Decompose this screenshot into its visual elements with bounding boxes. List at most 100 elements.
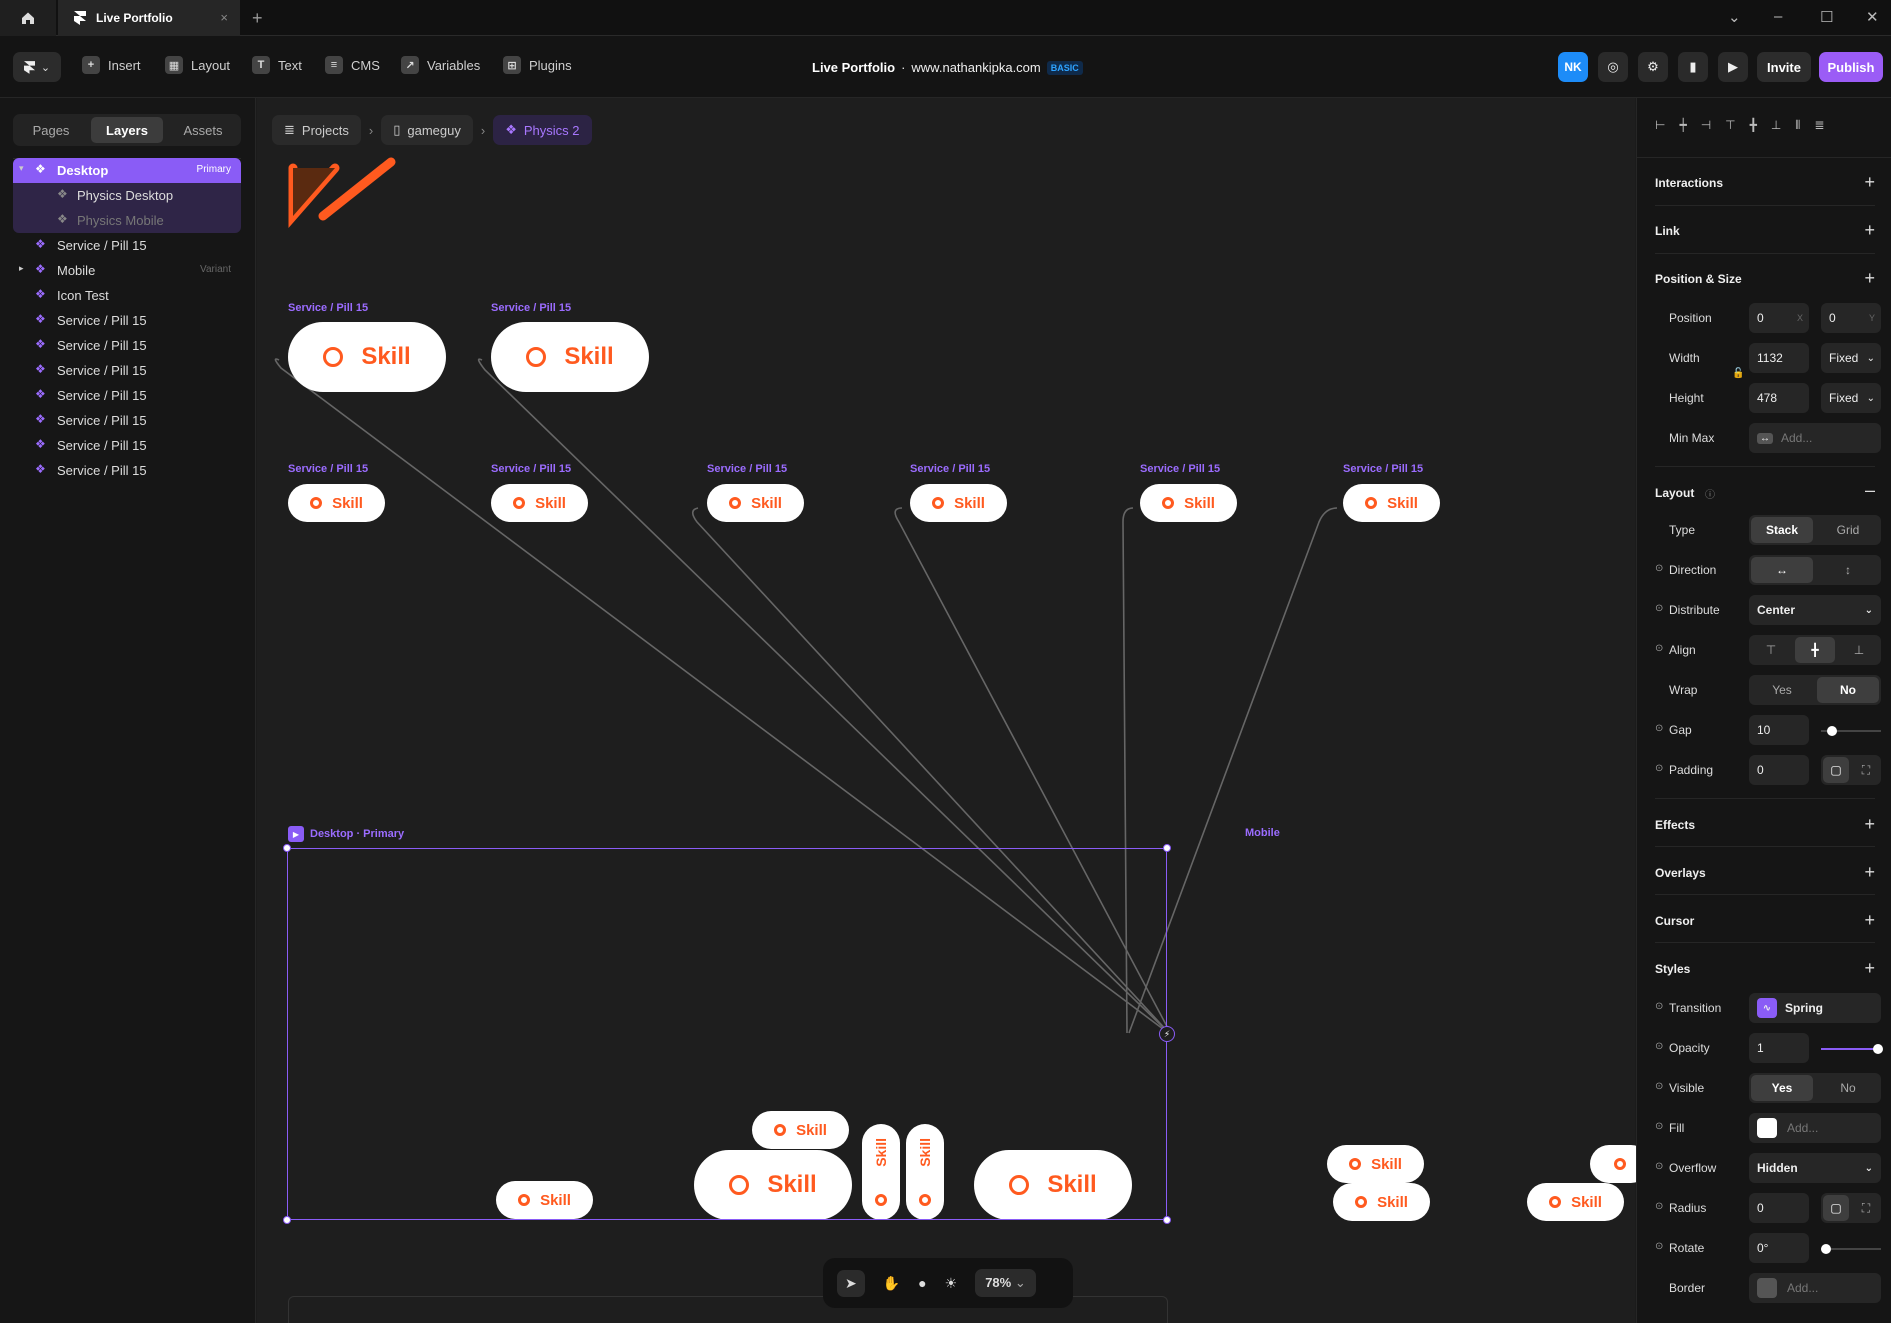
resize-handle[interactable] <box>283 844 291 852</box>
preview-button[interactable]: ▶ <box>1718 52 1748 82</box>
radius-individual-icon[interactable]: ⛶ <box>1853 1195 1879 1221</box>
breadcrumb-projects[interactable]: ≣ Projects <box>272 115 361 145</box>
fill-input[interactable]: Add... <box>1749 1113 1881 1143</box>
align-center-icon[interactable]: ╋ <box>1795 637 1835 663</box>
distribute-select[interactable]: Center ⌄ <box>1749 595 1881 625</box>
tab-layers[interactable]: Layers <box>91 117 163 143</box>
distribute-h-icon[interactable]: ⫴ <box>1795 118 1800 133</box>
collapse-layout-icon[interactable]: – <box>1865 480 1875 501</box>
theme-toggle-icon[interactable]: ☀ <box>945 1275 958 1292</box>
tab-pages[interactable]: Pages <box>16 117 86 143</box>
type-stack-option[interactable]: Stack <box>1751 517 1813 543</box>
cursor-section[interactable]: Cursor <box>1655 914 1694 928</box>
component-label[interactable]: Service / Pill 15 <box>491 302 571 314</box>
zoom-control[interactable]: 78% ⌄ <box>975 1269 1036 1297</box>
new-tab-icon[interactable]: + <box>252 8 263 29</box>
analytics-button[interactable]: ▮ <box>1678 52 1708 82</box>
align-center-h-icon[interactable]: ┿ <box>1679 118 1686 133</box>
layer-item[interactable]: ❖ Service / Pill 15 <box>13 308 241 333</box>
frame-label[interactable]: ▶ Desktop · Primary <box>288 826 404 842</box>
component-label[interactable]: Service / Pill 15 <box>288 463 368 475</box>
layer-item[interactable]: ❖ Physics Mobile <box>13 208 241 233</box>
gap-input[interactable]: 10 <box>1749 715 1809 745</box>
window-close-icon[interactable]: ✕ <box>1866 8 1879 26</box>
link-section[interactable]: Link <box>1655 224 1680 238</box>
cms-button[interactable]: ≡ CMS <box>325 56 380 74</box>
mobile-variant-label[interactable]: Mobile <box>1245 827 1280 839</box>
component-label[interactable]: Service / Pill 15 <box>1343 463 1423 475</box>
hand-tool-icon[interactable]: ✋ <box>883 1275 900 1292</box>
layer-item[interactable]: ❖ Service / Pill 15 <box>13 358 241 383</box>
visible-yes-option[interactable]: Yes <box>1751 1075 1813 1101</box>
skill-pill[interactable]: Skill <box>491 484 588 522</box>
window-minimize-icon[interactable]: – <box>1774 8 1782 25</box>
resize-handle[interactable] <box>1163 1216 1171 1224</box>
align-right-icon[interactable]: ⊣ <box>1701 118 1711 133</box>
minmax-input[interactable]: ↔ Add... <box>1749 423 1881 453</box>
align-bottom-icon[interactable]: ⊥ <box>1771 118 1781 133</box>
add-overlay-icon[interactable]: + <box>1864 862 1875 883</box>
layer-item[interactable]: ▸ ❖ Mobile Variant <box>13 258 241 283</box>
wrap-toggle[interactable]: Yes No <box>1749 675 1881 705</box>
wrap-yes-option[interactable]: Yes <box>1751 677 1813 703</box>
layout-section[interactable]: Layout <box>1655 486 1694 500</box>
resize-handle[interactable] <box>283 1216 291 1224</box>
height-input[interactable]: 478 <box>1749 383 1809 413</box>
position-size-section[interactable]: Position & Size <box>1655 272 1742 286</box>
padding-individual-icon[interactable]: ⛶ <box>1853 757 1879 783</box>
direction-vertical-icon[interactable]: ↕ <box>1817 557 1879 583</box>
radius-mode-toggle[interactable]: ▢ ⛶ <box>1821 1193 1881 1223</box>
interaction-anchor-icon[interactable]: ⚡ <box>1159 1026 1175 1042</box>
settings-button[interactable]: ⚙ <box>1638 52 1668 82</box>
component-label[interactable]: Service / Pill 15 <box>288 302 368 314</box>
opacity-input[interactable]: 1 <box>1749 1033 1809 1063</box>
gap-slider[interactable] <box>1821 726 1881 736</box>
select-tool-icon[interactable]: ➤ <box>837 1269 865 1297</box>
align-top-icon[interactable]: ⊤ <box>1725 118 1735 133</box>
layer-item[interactable]: ❖ Service / Pill 15 <box>13 333 241 358</box>
align-left-icon[interactable]: ⊢ <box>1655 118 1665 133</box>
padding-input[interactable]: 0 <box>1749 755 1809 785</box>
window-maximize-icon[interactable]: ☐ <box>1820 8 1833 26</box>
rotate-input[interactable]: 0° <box>1749 1233 1809 1263</box>
radius-uniform-icon[interactable]: ▢ <box>1823 1195 1849 1221</box>
visible-toggle[interactable]: Yes No <box>1749 1073 1881 1103</box>
width-input[interactable]: 1132 <box>1749 343 1809 373</box>
skill-pill[interactable]: Skill <box>491 322 649 392</box>
plugins-button[interactable]: ⊞ Plugins <box>503 56 572 74</box>
breadcrumb-gameguy[interactable]: ▯ gameguy <box>381 115 473 145</box>
skill-pill[interactable]: Skill <box>1333 1183 1430 1221</box>
add-position-icon[interactable]: + <box>1864 268 1875 289</box>
skill-pill[interactable]: Skill <box>910 484 1007 522</box>
align-center-v-icon[interactable]: ╋ <box>1750 118 1757 133</box>
tab-close-icon[interactable]: × <box>220 10 228 25</box>
skill-pill[interactable]: Skill <box>1527 1183 1624 1221</box>
align-end-icon[interactable]: ⊥ <box>1839 637 1879 663</box>
component-label[interactable]: Service / Pill 15 <box>910 463 990 475</box>
direction-horizontal-icon[interactable]: ↔ <box>1751 557 1813 583</box>
opacity-slider-thumb[interactable] <box>1873 1044 1883 1054</box>
fill-swatch[interactable] <box>1757 1118 1777 1138</box>
layer-item[interactable]: ❖ Service / Pill 15 <box>13 458 241 483</box>
tab-assets[interactable]: Assets <box>168 117 238 143</box>
text-button[interactable]: T Text <box>252 56 302 74</box>
add-effect-icon[interactable]: + <box>1864 814 1875 835</box>
rotate-slider-thumb[interactable] <box>1821 1244 1831 1254</box>
comment-icon[interactable]: ● <box>918 1275 926 1291</box>
gap-slider-thumb[interactable] <box>1827 726 1837 736</box>
skill-pill[interactable]: Skill <box>1140 484 1237 522</box>
expand-icon[interactable]: ▸ <box>19 263 24 274</box>
invite-button[interactable]: Invite <box>1757 52 1811 82</box>
overflow-select[interactable]: Hidden ⌄ <box>1749 1153 1881 1183</box>
add-style-icon[interactable]: + <box>1864 958 1875 979</box>
globe-button[interactable]: ◎ <box>1598 52 1628 82</box>
tab-live-portfolio[interactable]: Live Portfolio × <box>58 0 240 36</box>
direction-toggle[interactable]: ↔ ↕ <box>1749 555 1881 585</box>
position-y-input[interactable]: 0Y <box>1821 303 1881 333</box>
interactions-section[interactable]: Interactions <box>1655 176 1723 190</box>
variables-button[interactable]: ↗ Variables <box>401 56 480 74</box>
layer-item[interactable]: ❖ Service / Pill 15 <box>13 383 241 408</box>
align-start-icon[interactable]: ⊤ <box>1751 637 1791 663</box>
collapse-icon[interactable]: ▾ <box>19 163 24 174</box>
styles-section[interactable]: Styles <box>1655 962 1690 976</box>
